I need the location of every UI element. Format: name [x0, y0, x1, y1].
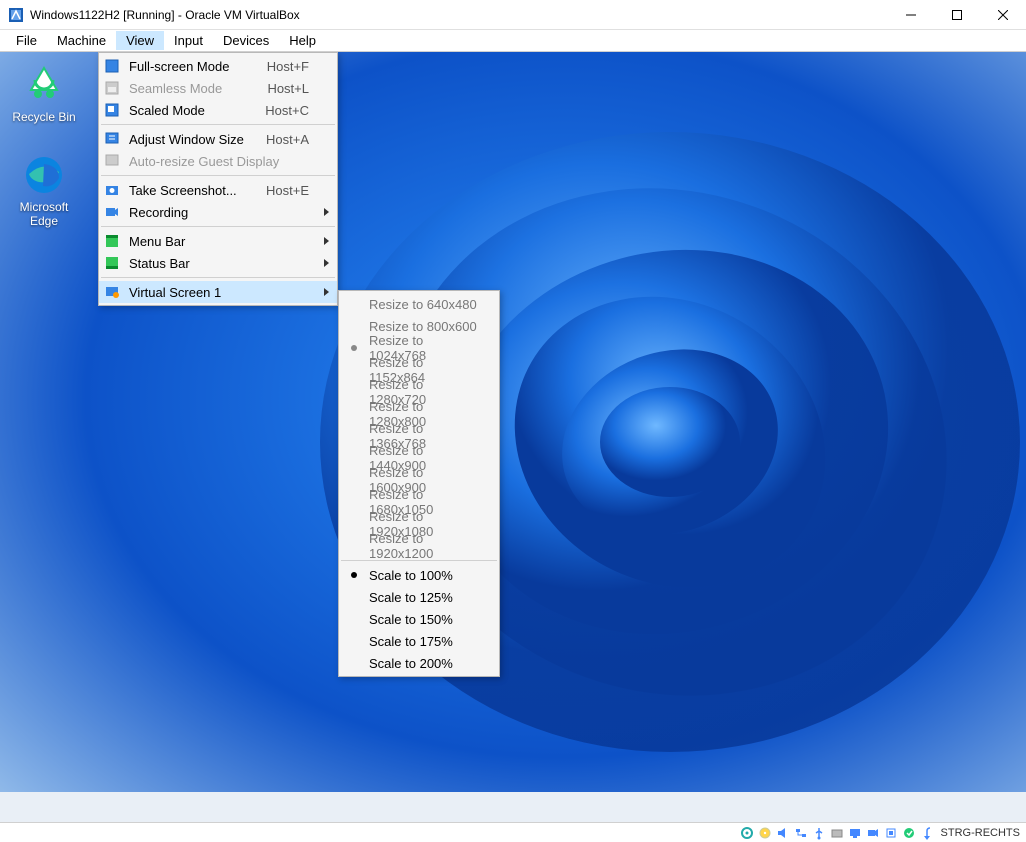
submenu-arrow-icon: [324, 237, 329, 245]
resize-option[interactable]: Resize to 1920x1200: [339, 535, 499, 557]
recording-status-icon[interactable]: [865, 825, 881, 841]
recording-icon: [103, 204, 121, 220]
resize-option[interactable]: Resize to 640x480: [339, 293, 499, 315]
submenu-arrow-icon: [324, 288, 329, 296]
shared-folders-icon[interactable]: [829, 825, 845, 841]
fullscreen-icon: [103, 58, 121, 74]
scale-option[interactable]: Scale to 100%: [339, 564, 499, 586]
statusbar: STRG-RECHTS: [0, 822, 1026, 842]
usb-icon[interactable]: [811, 825, 827, 841]
host-key-label: STRG-RECHTS: [941, 827, 1020, 839]
menu-separator: [101, 175, 335, 176]
scale-option[interactable]: Scale to 175%: [339, 630, 499, 652]
virtualbox-icon: [8, 7, 24, 23]
resize-option-label: Resize to 640x480: [369, 297, 481, 312]
network-icon[interactable]: [793, 825, 809, 841]
scale-option[interactable]: Scale to 150%: [339, 608, 499, 630]
menu-separator: [101, 277, 335, 278]
hdd-icon[interactable]: [739, 825, 755, 841]
vm-display[interactable]: Recycle Bin Microsoft Edge Full-screen M…: [0, 52, 1026, 822]
view-fullscreen[interactable]: Full-screen Mode Host+F: [99, 55, 337, 77]
seamless-icon: [103, 80, 121, 96]
window-title: Windows1122H2 [Running] - Oracle VM Virt…: [30, 8, 888, 22]
statusbar-icon: [103, 255, 121, 271]
view-seamless: Seamless Mode Host+L: [99, 77, 337, 99]
close-button[interactable]: [980, 0, 1026, 30]
view-adjust-window[interactable]: Adjust Window Size Host+A: [99, 128, 337, 150]
desktop-icon-label: Recycle Bin: [6, 110, 82, 124]
view-statusbar[interactable]: Status Bar: [99, 252, 337, 274]
scale-option-label: Scale to 125%: [369, 590, 481, 605]
window-controls: [888, 0, 1026, 30]
minimize-button[interactable]: [888, 0, 934, 30]
keyboard-icon[interactable]: [919, 825, 935, 841]
desktop-icon-label: Microsoft Edge: [6, 200, 82, 228]
menu-machine[interactable]: Machine: [47, 31, 116, 50]
maximize-button[interactable]: [934, 0, 980, 30]
recycle-bin-icon: [23, 64, 65, 106]
menubar: File Machine View Input Devices Help: [0, 30, 1026, 52]
submenu-arrow-icon: [324, 208, 329, 216]
adjust-window-icon: [103, 131, 121, 147]
scale-option-label: Scale to 175%: [369, 634, 481, 649]
menu-help[interactable]: Help: [279, 31, 326, 50]
titlebar: Windows1122H2 [Running] - Oracle VM Virt…: [0, 0, 1026, 30]
cpu-icon[interactable]: [883, 825, 899, 841]
virtual-screen-icon: [103, 284, 121, 300]
mouse-integration-icon[interactable]: [901, 825, 917, 841]
view-dropdown: Full-screen Mode Host+F Seamless Mode Ho…: [98, 52, 338, 306]
audio-icon[interactable]: [775, 825, 791, 841]
menu-separator: [101, 124, 335, 125]
submenu-arrow-icon: [324, 259, 329, 267]
radio-dot-icon: [351, 572, 357, 578]
virtual-screen-submenu: Resize to 640x480 Resize to 800x600 Resize…: [338, 290, 500, 677]
view-autoresize: Auto-resize Guest Display: [99, 150, 337, 172]
scaled-icon: [103, 102, 121, 118]
guest-taskbar[interactable]: [0, 792, 1026, 822]
menu-view[interactable]: View: [116, 31, 164, 50]
screenshot-icon: [103, 182, 121, 198]
optical-icon[interactable]: [757, 825, 773, 841]
menu-input[interactable]: Input: [164, 31, 213, 50]
view-scaled[interactable]: Scaled Mode Host+C: [99, 99, 337, 121]
view-virtual-screen-1[interactable]: Virtual Screen 1: [99, 281, 337, 303]
autoresize-icon: [103, 153, 121, 169]
desktop-icon-recycle-bin[interactable]: Recycle Bin: [6, 64, 82, 124]
menubar-icon: [103, 233, 121, 249]
scale-option-label: Scale to 200%: [369, 656, 481, 671]
desktop-icon-edge[interactable]: Microsoft Edge: [6, 154, 82, 228]
view-menubar[interactable]: Menu Bar: [99, 230, 337, 252]
view-take-screenshot[interactable]: Take Screenshot... Host+E: [99, 179, 337, 201]
edge-icon: [23, 154, 65, 196]
scale-option[interactable]: Scale to 125%: [339, 586, 499, 608]
scale-option[interactable]: Scale to 200%: [339, 652, 499, 674]
menu-separator: [101, 226, 335, 227]
radio-dot-icon: [351, 345, 357, 351]
view-recording[interactable]: Recording: [99, 201, 337, 223]
scale-option-label: Scale to 100%: [369, 568, 481, 583]
resize-option-label: Resize to 800x600: [369, 319, 481, 334]
resize-option-label: Resize to 1920x1200: [369, 531, 481, 561]
menu-file[interactable]: File: [6, 31, 47, 50]
scale-option-label: Scale to 150%: [369, 612, 481, 627]
display-icon[interactable]: [847, 825, 863, 841]
menu-devices[interactable]: Devices: [213, 31, 279, 50]
